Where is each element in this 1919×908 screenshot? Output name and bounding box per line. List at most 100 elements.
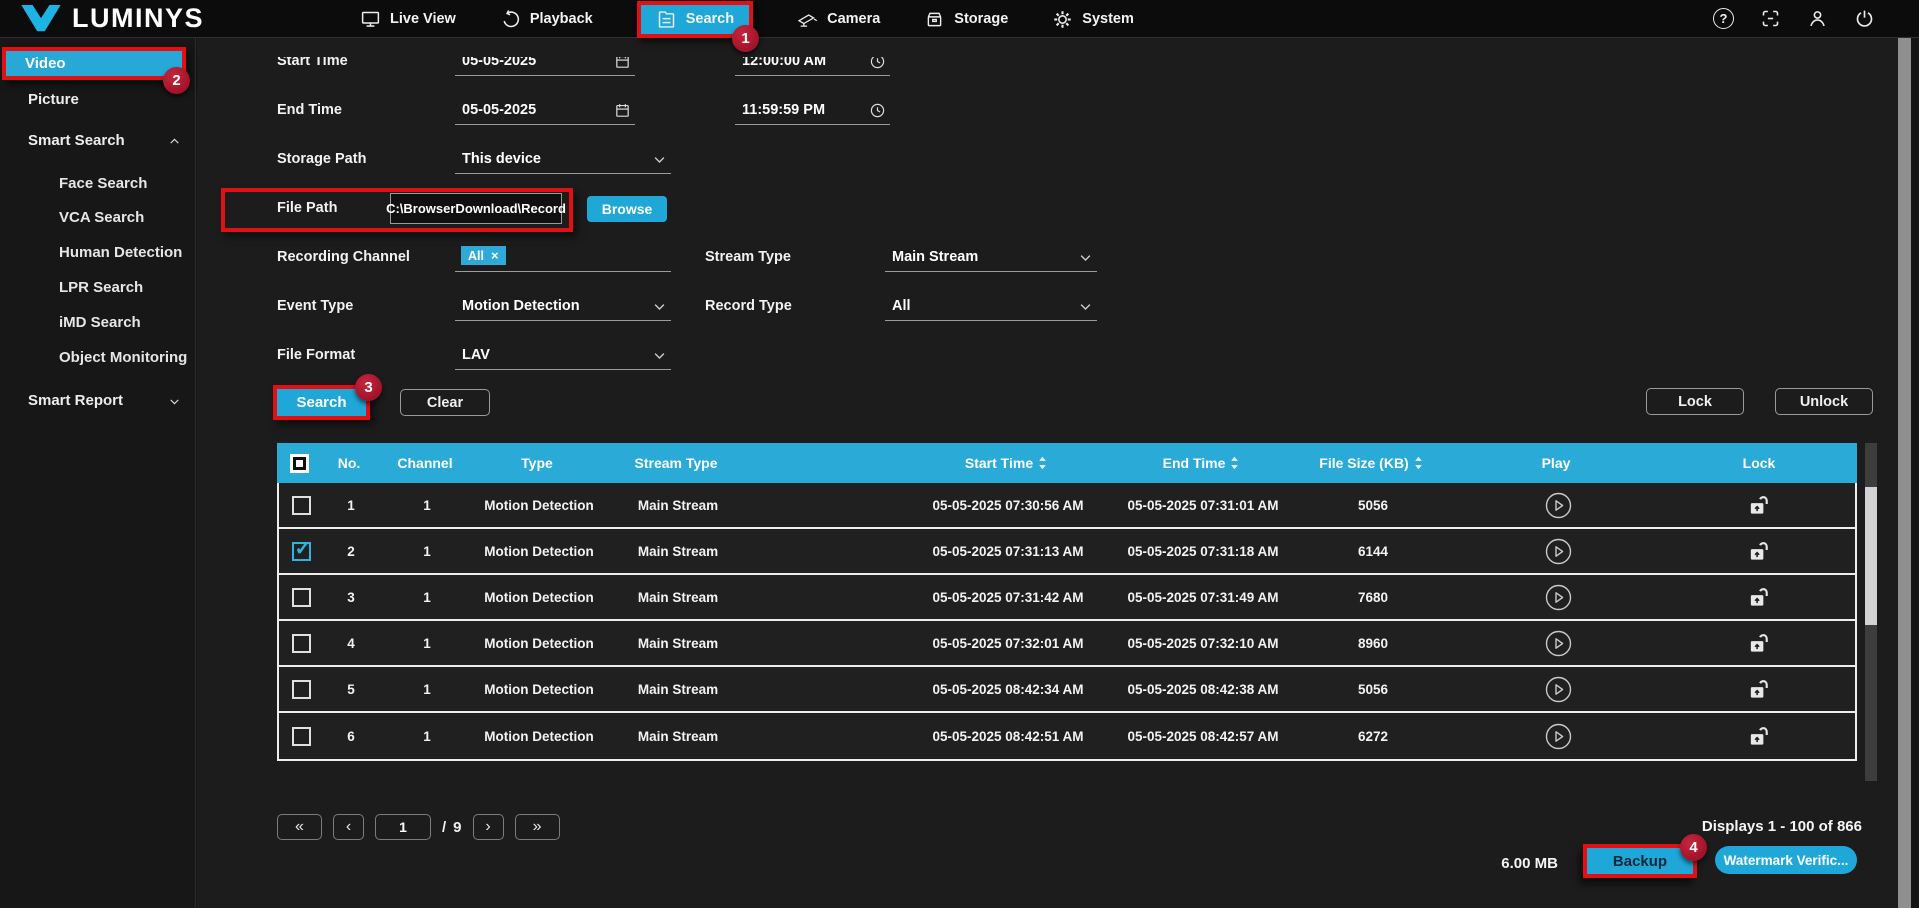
row-checkbox[interactable] <box>292 680 311 699</box>
row-checkbox[interactable] <box>292 588 311 607</box>
sidebar-item-human-detection[interactable]: Human Detection <box>59 244 182 262</box>
cell-start-time: 05-05-2025 08:42:34 AM <box>753 682 1113 697</box>
unlock-status-icon[interactable] <box>1747 540 1772 562</box>
browse-button[interactable]: Browse <box>587 196 667 222</box>
unlock-status-icon[interactable] <box>1747 725 1772 747</box>
nav-search[interactable]: Search 1 <box>637 1 753 38</box>
search-button[interactable]: Search <box>277 389 366 416</box>
last-page-button[interactable]: » <box>515 814 560 840</box>
monitor-icon <box>360 9 381 30</box>
channel-tag-all[interactable]: All × <box>461 246 506 265</box>
sidebar-group-smart-report[interactable]: Smart Report <box>28 392 123 410</box>
unlock-status-icon[interactable] <box>1747 494 1772 516</box>
select-all-checkbox[interactable] <box>290 454 309 473</box>
fullscreen-scan-icon[interactable] <box>1760 8 1781 29</box>
cell-start-time: 05-05-2025 07:30:56 AM <box>753 498 1113 513</box>
cell-stream-type: Main Stream <box>603 682 753 697</box>
chevron-down-icon <box>652 152 667 167</box>
chevron-down-icon <box>1078 250 1093 265</box>
nav-storage[interactable]: Storage <box>924 9 1008 30</box>
remove-tag-icon[interactable]: × <box>491 248 499 263</box>
chevron-down-icon[interactable] <box>168 395 181 408</box>
table-scrollbar[interactable] <box>1865 443 1877 781</box>
main-nav: Live View Playback Search 1 Camera Stora… <box>360 0 1134 38</box>
start-time-field[interactable]: 12:00:00 AM <box>735 47 890 76</box>
calendar-icon[interactable] <box>614 53 631 70</box>
sidebar-group-smart-search[interactable]: Smart Search <box>28 132 125 150</box>
unlock-status-icon[interactable] <box>1747 632 1772 654</box>
unlock-status-icon[interactable] <box>1747 586 1772 608</box>
recording-channel-label: Recording Channel <box>277 249 410 265</box>
user-account-icon[interactable] <box>1807 8 1828 29</box>
end-date-value: 05-05-2025 <box>462 102 536 118</box>
unlock-button[interactable]: Unlock <box>1775 388 1873 415</box>
cell-no: 2 <box>323 544 379 559</box>
sidebar-item-face-search[interactable]: Face Search <box>59 175 147 193</box>
row-checkbox[interactable] <box>292 542 311 561</box>
page-scrollbar[interactable] <box>1898 38 1911 908</box>
lock-button[interactable]: Lock <box>1646 388 1744 415</box>
cell-no: 5 <box>323 682 379 697</box>
sort-icon[interactable] <box>1038 456 1047 470</box>
backup-button[interactable]: Backup <box>1587 848 1693 874</box>
nav-camera[interactable]: Camera <box>797 9 880 30</box>
file-format-select[interactable]: LAV <box>455 341 671 370</box>
help-icon[interactable]: ? <box>1713 8 1734 29</box>
clear-button[interactable]: Clear <box>400 389 490 416</box>
calendar-icon[interactable] <box>614 102 631 119</box>
column-end-time[interactable]: End Time <box>1111 455 1291 471</box>
cell-stream-type: Main Stream <box>603 729 753 744</box>
chevron-up-icon[interactable] <box>168 135 181 148</box>
event-type-select[interactable]: Motion Detection <box>455 292 671 321</box>
page-number-input[interactable] <box>375 814 431 840</box>
play-button[interactable] <box>1545 723 1572 750</box>
play-button[interactable] <box>1545 584 1572 611</box>
storage-path-value: This device <box>462 151 541 167</box>
stream-type-select[interactable]: Main Stream <box>885 243 1097 272</box>
play-button[interactable] <box>1545 676 1572 703</box>
nav-live-view[interactable]: Live View <box>360 9 456 30</box>
cell-channel: 1 <box>379 590 475 605</box>
sidebar-item-picture[interactable]: Picture <box>28 91 79 109</box>
sidebar-item-vca-search[interactable]: VCA Search <box>59 209 144 227</box>
row-checkbox[interactable] <box>292 634 311 653</box>
record-type-value: All <box>892 298 911 314</box>
table-row: 5 1 Motion Detection Main Stream 05-05-2… <box>279 667 1855 713</box>
sort-icon[interactable] <box>1230 456 1239 470</box>
row-checkbox[interactable] <box>292 727 311 746</box>
clock-icon[interactable] <box>869 102 886 119</box>
column-start-time[interactable]: Start Time <box>751 455 1111 471</box>
results-count-text: Displays 1 - 100 of 866 <box>1702 818 1862 835</box>
unlock-status-icon[interactable] <box>1747 678 1772 700</box>
table-scrollbar-thumb[interactable] <box>1865 487 1877 625</box>
sidebar-item-object-monitoring[interactable]: Object Monitoring <box>59 349 187 367</box>
column-file-size[interactable]: File Size (KB) <box>1291 455 1451 471</box>
nav-system[interactable]: System <box>1052 9 1134 30</box>
first-page-button[interactable]: « <box>277 814 322 840</box>
sidebar-item-imd-search[interactable]: iMD Search <box>59 314 141 332</box>
end-time-field[interactable]: 11:59:59 PM <box>735 96 890 125</box>
storage-path-select[interactable]: This device <box>455 145 671 174</box>
power-logout-icon[interactable] <box>1854 8 1875 29</box>
sidebar-item-video[interactable]: Video <box>2 47 186 80</box>
play-button[interactable] <box>1545 630 1572 657</box>
clock-icon[interactable] <box>869 53 886 70</box>
record-type-select[interactable]: All <box>885 292 1097 321</box>
end-date-field[interactable]: 05-05-2025 <box>455 96 635 125</box>
cell-type: Motion Detection <box>475 682 603 697</box>
previous-page-button[interactable]: ‹ <box>333 814 364 840</box>
file-path-input[interactable]: C:\BrowserDownload\Record <box>390 193 562 224</box>
row-checkbox[interactable] <box>292 496 311 515</box>
column-type: Type <box>473 455 601 471</box>
sort-icon[interactable] <box>1414 456 1423 470</box>
nav-playback[interactable]: Playback <box>500 9 593 30</box>
sidebar-item-lpr-search[interactable]: LPR Search <box>59 279 143 297</box>
storage-path-row: Storage Path This device <box>197 145 1898 175</box>
cell-start-time: 05-05-2025 07:31:42 AM <box>753 590 1113 605</box>
watermark-verification-button[interactable]: Watermark Verific... <box>1715 846 1857 874</box>
next-page-button[interactable]: › <box>473 814 504 840</box>
play-button[interactable] <box>1545 538 1572 565</box>
left-sidebar: Video 2 Picture Smart Search Face Search… <box>0 38 196 908</box>
start-date-field[interactable]: 05-05-2025 <box>455 47 635 76</box>
play-button[interactable] <box>1545 492 1572 519</box>
